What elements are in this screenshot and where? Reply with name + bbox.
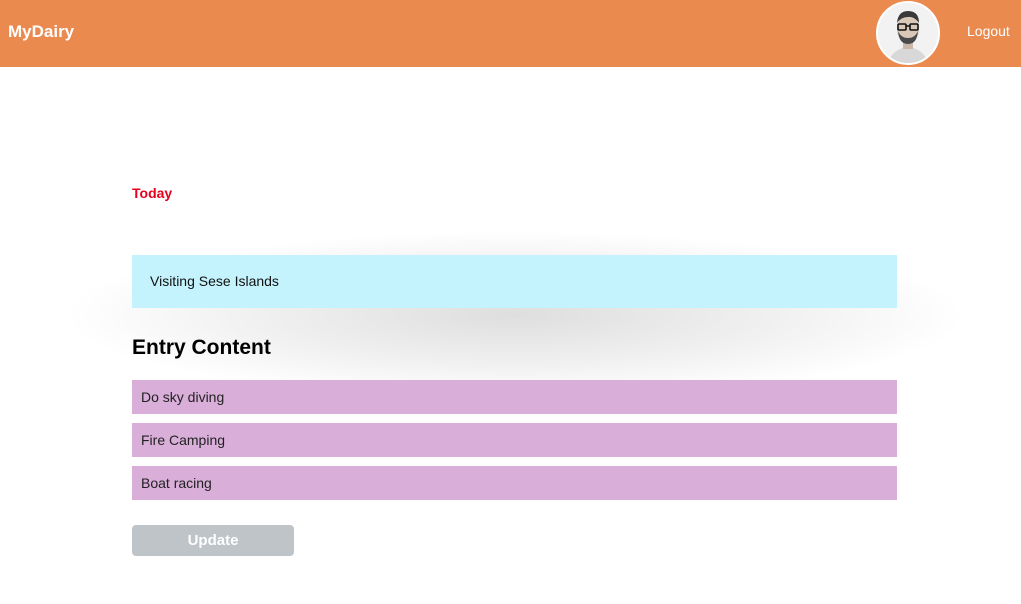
avatar[interactable] xyxy=(876,1,940,65)
entry-content-heading: Entry Content xyxy=(132,336,271,359)
logout-link[interactable]: Logout xyxy=(967,23,1010,39)
entry-content-item: Do sky diving xyxy=(132,380,897,414)
navbar: MyDairy Logout xyxy=(0,0,1021,67)
brand-link[interactable]: MyDairy xyxy=(8,22,74,42)
user-avatar-icon xyxy=(878,3,938,63)
entry-date-label: Today xyxy=(132,185,173,201)
entry-content-item: Boat racing xyxy=(132,466,897,500)
entry-title: Visiting Sese Islands xyxy=(132,255,897,308)
entry-content-item: Fire Camping xyxy=(132,423,897,457)
update-button[interactable]: Update xyxy=(132,525,294,556)
